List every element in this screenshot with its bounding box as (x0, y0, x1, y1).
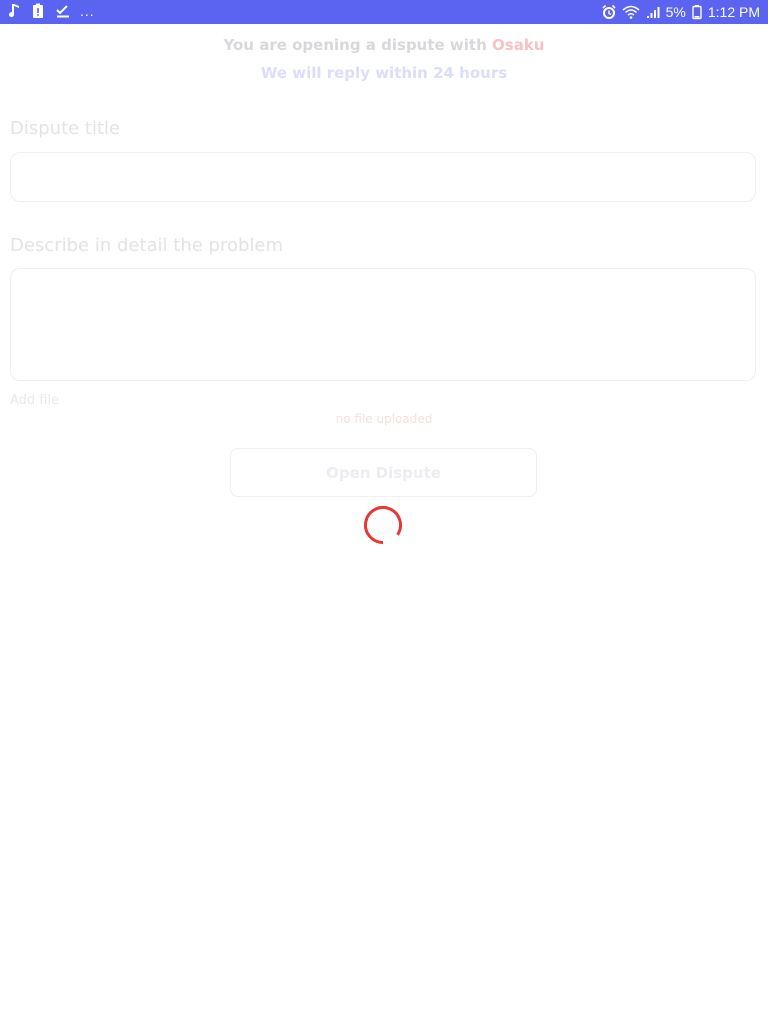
alarm-icon (602, 4, 616, 20)
reply-note: We will reply within 24 hours (260, 64, 508, 82)
description-label: Describe in detail the problem (10, 235, 284, 256)
battery-alert-icon (32, 3, 46, 19)
dispute-title-input[interactable] (10, 152, 756, 202)
loading-spinner-icon (362, 504, 404, 546)
dispute-intro: You are opening a dispute with Osaku (0, 36, 768, 54)
add-file-button[interactable]: Add file (10, 393, 59, 408)
wifi-icon (622, 4, 640, 20)
more-notifications: ... (80, 3, 95, 19)
status-bar: ... 5% 1:12 PM (0, 0, 768, 24)
file-status: no file uploaded (335, 412, 433, 426)
open-dispute-label: Open Dispute (326, 463, 441, 482)
counterpart-name: Osaku (492, 36, 545, 54)
description-textarea[interactable] (10, 268, 756, 381)
dispute-intro-text: You are opening a dispute with (223, 36, 487, 54)
battery-percent: 5% (665, 4, 686, 20)
open-dispute-button[interactable]: Open Dispute (230, 448, 537, 497)
dispute-title-label: Dispute title (10, 118, 121, 139)
music-note-icon (8, 3, 22, 19)
battery-icon (692, 4, 702, 20)
status-bar-system: 5% 1:12 PM (602, 4, 760, 20)
clock: 1:12 PM (707, 4, 760, 20)
signal-icon (646, 4, 660, 20)
dispute-form: You are opening a dispute with Osaku We … (0, 24, 768, 1024)
checklist-icon (56, 3, 70, 19)
status-bar-notifications: ... (8, 3, 95, 19)
